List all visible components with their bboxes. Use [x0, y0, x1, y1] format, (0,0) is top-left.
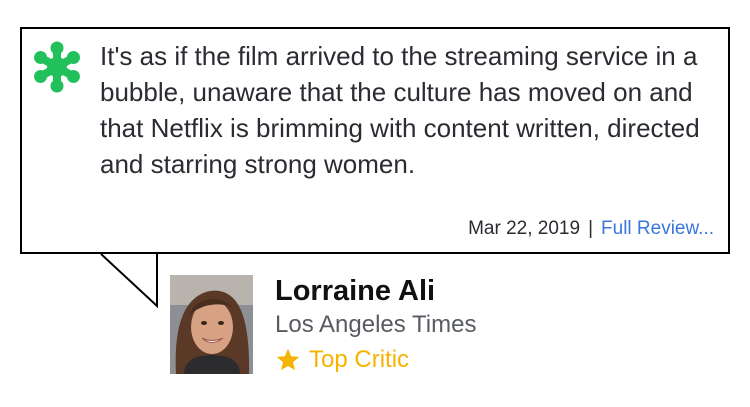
- full-review-link[interactable]: Full Review...: [601, 218, 714, 239]
- review-bubble: It's as if the film arrived to the strea…: [20, 27, 730, 254]
- review-quote: It's as if the film arrived to the strea…: [100, 41, 700, 179]
- rotten-splat-icon: [34, 41, 80, 93]
- top-critic-label: Top Critic: [309, 346, 410, 373]
- star-icon: [276, 348, 300, 371]
- critic-name[interactable]: Lorraine Ali: [275, 273, 435, 309]
- review-meta: Mar 22, 2019 | Full Review...: [468, 217, 714, 241]
- critic-publication[interactable]: Los Angeles Times: [275, 309, 476, 341]
- top-critic-badge: Top Critic: [275, 344, 409, 376]
- meta-separator: |: [588, 218, 594, 239]
- critic-avatar[interactable]: [170, 275, 253, 374]
- review-date: Mar 22, 2019: [468, 218, 581, 239]
